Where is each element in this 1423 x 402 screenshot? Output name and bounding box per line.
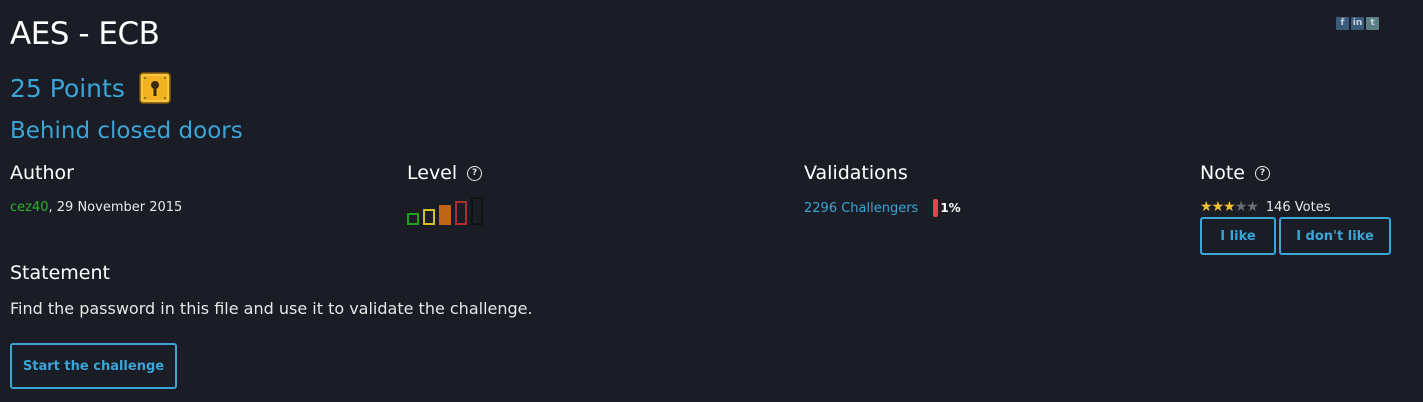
lock-icon xyxy=(139,72,171,104)
author-line: cez40, 29 November 2015 xyxy=(10,200,182,215)
dislike-button[interactable]: I don't like xyxy=(1279,217,1391,255)
star-icon: ★ xyxy=(1246,199,1259,215)
validations-line: 2296 Challengers 1% xyxy=(804,199,961,217)
level-heading: Level? xyxy=(407,162,483,184)
author-link[interactable]: cez40 xyxy=(10,200,49,215)
level-bar xyxy=(439,205,451,225)
star-icon: ★ xyxy=(1234,199,1248,215)
validation-percent: 1% xyxy=(940,201,961,215)
star-icon: ★ xyxy=(1200,199,1213,215)
level-indicator xyxy=(407,197,483,225)
author-section: Author xyxy=(10,162,74,184)
help-icon[interactable]: ? xyxy=(1254,165,1270,181)
note-section: Note? xyxy=(1200,162,1270,184)
validations-heading: Validations xyxy=(804,162,908,184)
level-bar xyxy=(471,197,483,225)
level-bar xyxy=(455,201,467,225)
like-button[interactable]: I like xyxy=(1200,217,1276,255)
note-line: ★★★★★ 146 Votes xyxy=(1200,199,1330,215)
votes-count: 146 Votes xyxy=(1265,199,1331,215)
level-bar xyxy=(407,213,419,225)
author-heading: Author xyxy=(10,162,74,184)
help-icon[interactable]: ? xyxy=(467,165,483,181)
challengers-link[interactable]: 2296 Challengers xyxy=(804,201,918,216)
star-icon: ★ xyxy=(1223,199,1236,215)
star-icon: ★ xyxy=(1211,199,1225,215)
twitter-icon[interactable]: t xyxy=(1366,17,1379,30)
page-title: AES - ECB xyxy=(10,16,160,52)
note-heading: Note? xyxy=(1200,162,1270,184)
percent-bar xyxy=(933,199,939,217)
facebook-icon[interactable]: f xyxy=(1336,17,1349,30)
challenge-subtitle: Behind closed doors xyxy=(10,118,243,144)
level-heading-text: Level xyxy=(407,162,458,184)
level-bar xyxy=(423,209,435,225)
validations-heading-text: Validations xyxy=(804,162,908,184)
social-share: f in t xyxy=(1336,17,1379,30)
statement-heading: Statement xyxy=(10,262,110,284)
linkedin-icon[interactable]: in xyxy=(1351,17,1364,30)
level-section: Level? xyxy=(407,162,483,184)
statement-text: Find the password in this file and use i… xyxy=(10,299,533,318)
points-row: 25 Points xyxy=(10,72,171,104)
author-heading-text: Author xyxy=(10,162,74,184)
note-heading-text: Note xyxy=(1200,162,1245,184)
challenge-points: 25 Points xyxy=(10,73,125,103)
author-date: , 29 November 2015 xyxy=(48,200,183,215)
validations-section: Validations xyxy=(804,162,908,184)
rating-stars: ★★★★★ xyxy=(1200,199,1259,215)
start-challenge-button[interactable]: Start the challenge xyxy=(10,343,177,389)
